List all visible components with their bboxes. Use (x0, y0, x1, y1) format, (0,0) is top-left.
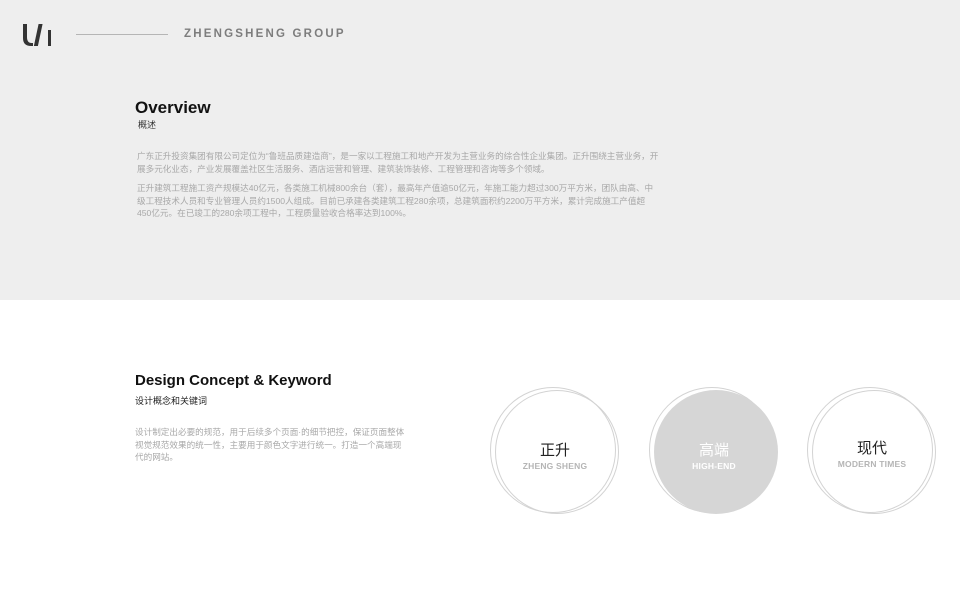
brand-name[interactable]: ZHENGSHENG GROUP (184, 28, 346, 40)
overview-title: Overview (135, 98, 211, 117)
design-concept-title: Design Concept & Keyword (135, 372, 332, 389)
keyword-circle-zhengsheng[interactable]: 正升 ZHENG SHENG (490, 387, 620, 517)
keyword-circle-modern-times[interactable]: 现代 MODERN TIMES (807, 387, 937, 517)
design-concept-subtitle: 设计概念和关键词 (135, 396, 208, 406)
overview-section: ZHENGSHENG GROUP Overview 概述 广东正升投资集团有限公… (0, 0, 960, 300)
keyword-zh: 高端 (698, 442, 729, 459)
header-divider (76, 34, 168, 35)
keyword-en: ZHENG SHENG (522, 461, 588, 471)
keyword-zh: 正升 (539, 442, 570, 459)
keyword-zh: 现代 (856, 440, 887, 457)
keyword-circle-high-end[interactable]: 高端 HIGH-END (649, 387, 779, 517)
keyword-en: MODERN TIMES (837, 459, 907, 469)
overview-paragraph: 广东正升投资集团有限公司定位为“鲁班品质建造商”，是一家以工程施工和地产开发为主… (137, 151, 659, 174)
keyword-en: HIGH-END (692, 461, 736, 471)
design-concept-paragraph: 设计制定出必要的规范，用于后续多个页面·的细节把控，保证页面整体视觉规范效果的统… (135, 427, 405, 462)
overview-paragraph: 正升建筑工程施工资产规模达40亿元，各类施工机械800余台（套），最高年产值逾5… (137, 183, 654, 218)
brand-logo-icon[interactable] (21, 22, 57, 48)
overview-subtitle: 概述 (138, 120, 157, 130)
